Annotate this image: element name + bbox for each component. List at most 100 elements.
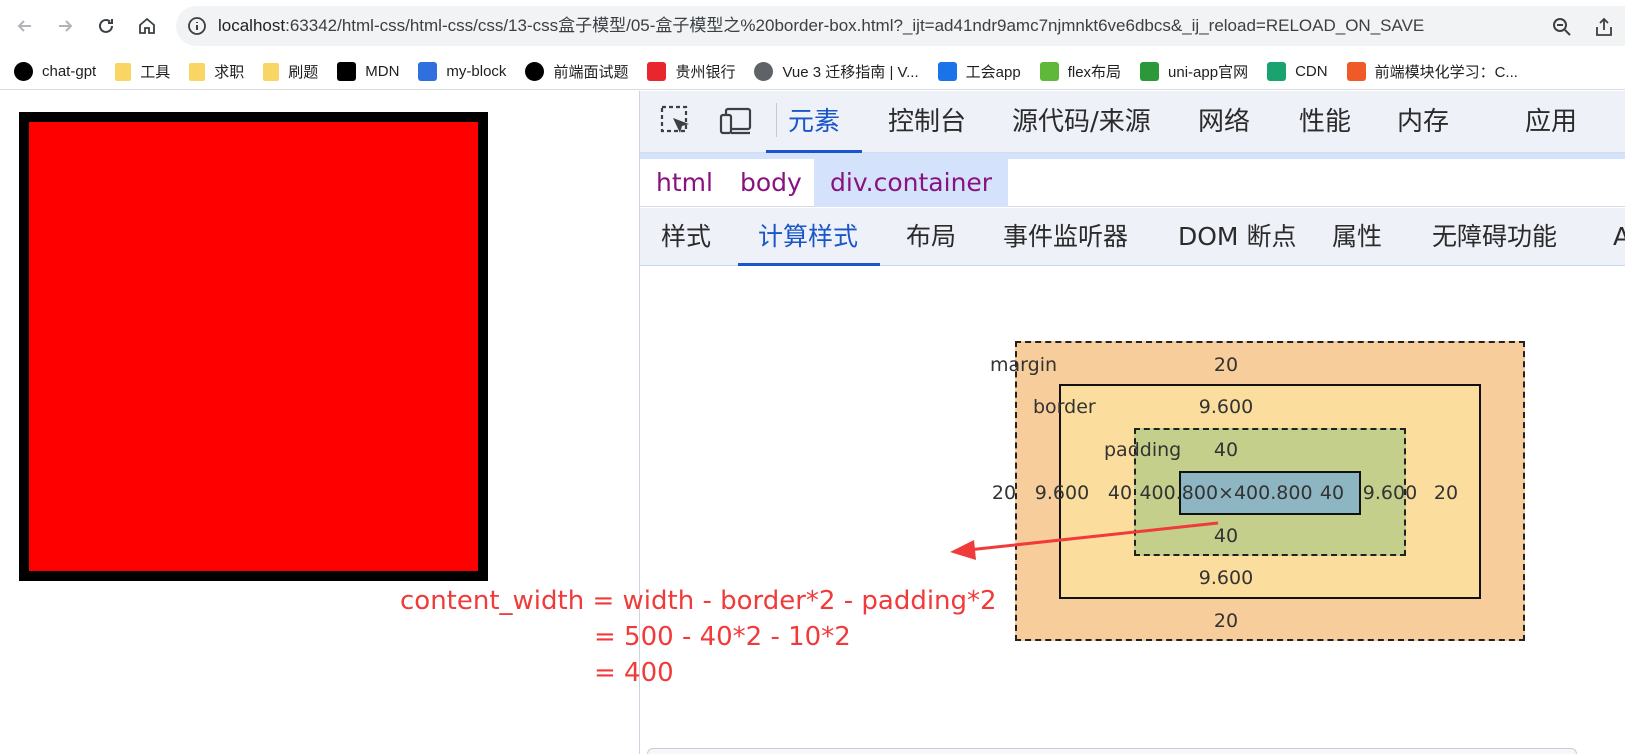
page-viewport [0,91,638,754]
sidebar-tab[interactable]: 布局 [906,208,956,266]
folder-icon [263,62,280,81]
reload-button[interactable] [92,12,120,40]
container-box [19,112,488,581]
bookmark-item[interactable]: flex布局 [1039,61,1122,82]
bookmark-label: chat-gpt [42,63,97,80]
mdn-icon [337,62,357,81]
inspect-element-icon[interactable] [658,103,694,139]
bookmark-label: 前端模块化学习：C... [1374,64,1518,81]
arrow-right-icon [59,20,73,32]
border-left-value[interactable]: 9.600 [1035,482,1089,504]
sidebar-tab[interactable]: 无障碍功能 [1432,208,1557,266]
padding-bottom-value[interactable]: 40 [1214,525,1238,547]
bookmark-item[interactable]: 工具 [115,61,170,82]
bookmark-item[interactable]: 前端面试题 [525,61,628,82]
frog-icon [1039,62,1059,81]
devtools-tab[interactable]: 控制台 [888,91,966,153]
annotation-line-3: = 400 [594,658,674,688]
bookmarks-bar: chat-gpt 工具 求职 刷题 MDN my-block 前端面试题 贵州银行 Vue 3 … [0,54,1625,90]
sidebar-tab[interactable]: DOM 断点 [1178,208,1296,266]
bookmark-item[interactable]: 刷题 [263,61,318,82]
url-text[interactable]: localhost:63342/html-css/html-css/css/13… [218,6,1528,46]
margin-right-value[interactable]: 20 [1434,482,1458,504]
bookmark-item[interactable]: 贵州银行 [647,61,735,82]
console-drawer-edge [647,748,1577,754]
devtools-tab[interactable]: 元素 [765,91,863,153]
url-host: localhost [218,16,286,35]
c-icon [1346,62,1366,81]
devtools-tab[interactable]: 内存 [1397,91,1449,153]
bookmark-label: Vue 3 迁移指南 | V... [782,64,919,81]
home-button[interactable] [133,12,161,40]
devtools-tab[interactable]: 源代码/来源 [1012,91,1151,153]
folder-icon [189,62,206,81]
sidebar-tab[interactable]: 计算样式 [737,208,881,266]
padding-top-value[interactable]: 40 [1214,439,1238,461]
bookmark-item[interactable]: 工会app [937,61,1021,82]
bank-icon [647,62,667,81]
block-icon [418,62,438,81]
address-bar[interactable]: localhost:63342/html-css/html-css/css/13… [176,6,1625,46]
devtools-tab[interactable]: 性能 [1299,91,1351,153]
toolbar-separator [776,103,777,137]
bookmark-item[interactable]: CDN [1267,62,1328,81]
breadcrumb-item[interactable]: div.container [814,159,1009,207]
github-icon [525,62,545,81]
breadcrumb-item[interactable]: html [656,159,713,207]
openai-icon [14,62,33,81]
bookmark-item[interactable]: uni-app官网 [1140,61,1248,82]
border-top-value[interactable]: 9.600 [1199,396,1253,418]
border-label: border [1033,396,1096,418]
arrow-left-icon [17,20,31,32]
bookmark-label: uni-app官网 [1168,64,1249,81]
devtools-panel: 元素 控制台 源代码/来源 网络 性能 内存 应用 html body div.containe… [639,91,1625,754]
device-toolbar-icon[interactable] [718,103,754,139]
folder-icon [115,62,132,81]
devtools-tab[interactable]: 应用 [1525,91,1577,153]
annotation-line-1: content_width = width - border*2 - paddi… [400,586,997,616]
uniapp-icon [1140,62,1160,81]
margin-label: margin [990,354,1058,376]
bookmark-label: 求职 [214,64,245,81]
devtools-tab[interactable]: 网络 [1198,91,1250,153]
globe-icon [754,62,774,81]
border-bottom-value[interactable]: 9.600 [1199,567,1253,589]
margin-left-value[interactable]: 20 [992,482,1016,504]
share-icon[interactable] [1593,16,1615,38]
padding-right-value[interactable]: 40 [1320,482,1344,504]
bookmark-label: my-block [446,63,507,80]
bookmark-item[interactable]: Vue 3 迁移指南 | V... [754,61,919,82]
sidebar-tab[interactable]: 属性 [1332,208,1382,266]
sidebar-tab[interactable]: 事件监听器 [1003,208,1128,266]
margin-bottom-value[interactable]: 20 [1214,610,1238,632]
bookmark-label: 工具 [140,64,171,81]
bookmark-label: flex布局 [1067,64,1122,81]
bookmark-item[interactable]: my-block [418,62,506,81]
bookmark-item[interactable]: chat-gpt [14,62,96,81]
content-size-value[interactable]: 400.800×400.800 [1139,482,1312,504]
zoom-icon[interactable] [1551,16,1573,38]
forward-button[interactable] [51,12,79,40]
site-info-icon[interactable] [187,16,207,36]
bookmark-item[interactable]: MDN [337,62,399,81]
devtools-toolbar: 元素 控制台 源代码/来源 网络 性能 内存 应用 [640,91,1625,153]
sidebar-tab[interactable]: 样式 [661,208,711,266]
bookmark-label: CDN [1295,63,1328,80]
breadcrumb: html body div.container [640,159,1625,207]
browser-toolbar: localhost:63342/html-css/html-css/css/13… [0,0,1625,52]
sidebar-tab[interactable]: A [1613,208,1625,266]
border-right-value[interactable]: 9.600 [1363,482,1417,504]
back-button[interactable] [11,12,39,40]
cloud-icon [937,62,957,81]
padding-left-value[interactable]: 40 [1108,482,1132,504]
bookmark-label: 刷题 [288,64,319,81]
bookmark-item[interactable]: 求职 [189,61,244,82]
bookmark-label: 前端面试题 [553,64,629,81]
margin-top-value[interactable]: 20 [1214,354,1238,376]
breadcrumb-item[interactable]: body [740,159,802,207]
reload-icon [99,18,113,33]
bookmark-item[interactable]: 前端模块化学习：C... [1346,61,1518,82]
bookmark-label: 贵州银行 [675,64,736,81]
home-icon [139,17,155,34]
bookmark-label: 工会app [965,64,1021,81]
